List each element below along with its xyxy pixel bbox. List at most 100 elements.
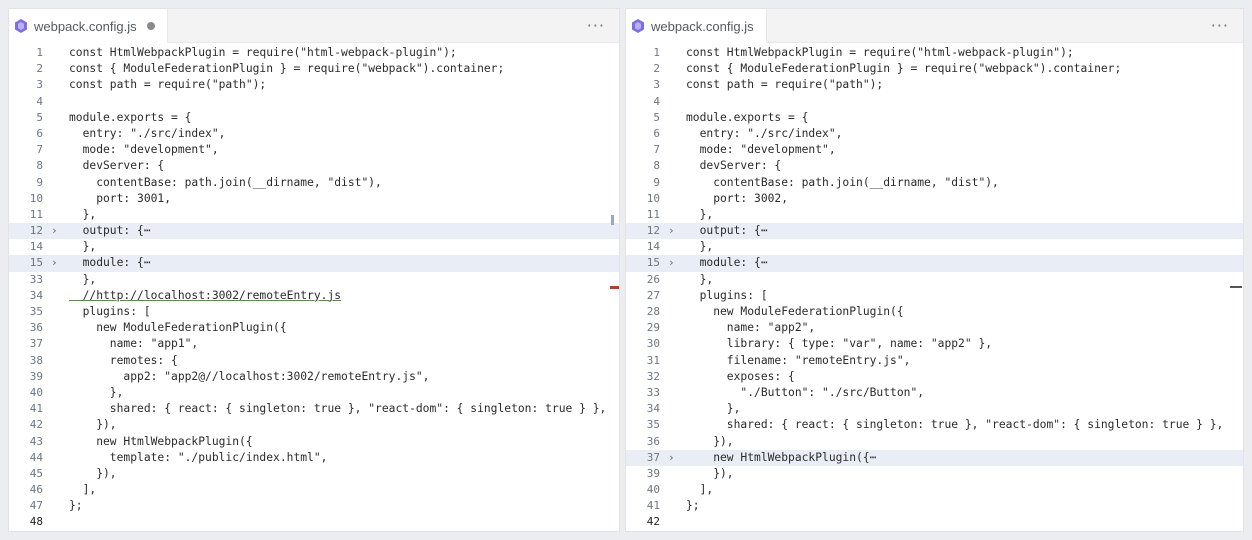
code-line[interactable]: 1 const HtmlWebpackPlugin = require("html… [626, 45, 1243, 61]
line-number: 40 [29, 385, 43, 399]
code-line[interactable]: 2 const { ModuleFederationPlugin } = requ… [9, 61, 619, 77]
code-line[interactable]: 46 ], [9, 482, 619, 498]
code-line[interactable]: 15 › module: {⋯ [9, 255, 619, 272]
code-line[interactable]: 47}; [9, 498, 619, 514]
tab-webpack-config[interactable]: webpack.config.js [9, 9, 168, 43]
code-line[interactable]: 14 }, [9, 239, 619, 255]
code-line[interactable]: 6 entry: "./src/index", [626, 126, 1243, 142]
code-line[interactable]: 8 devServer: { [9, 158, 619, 174]
code-line[interactable]: 14 }, [626, 239, 1243, 255]
code-line[interactable]: 1 const HtmlWebpackPlugin = require("html… [9, 45, 619, 61]
code-line[interactable]: 3 const path = require("path"); [626, 77, 1243, 93]
code-text: }, [686, 240, 714, 254]
code-text: module: {⋯ [69, 256, 151, 270]
code-text: output: {⋯ [69, 224, 151, 238]
code-line[interactable]: 36 new ModuleFederationPlugin({ [9, 320, 619, 336]
line-number: 6 [36, 126, 43, 140]
code-line[interactable]: 8 devServer: { [626, 158, 1243, 174]
code-line[interactable]: 36 }), [626, 434, 1243, 450]
fold-chevron-icon[interactable]: › [668, 223, 678, 239]
code-line[interactable]: 48 [9, 514, 619, 530]
code-line[interactable]: 3 const path = require("path"); [9, 77, 619, 93]
code-line[interactable]: 43 new HtmlWebpackPlugin({ [9, 434, 619, 450]
code-editor[interactable]: 1 const HtmlWebpackPlugin = require("html… [9, 45, 619, 531]
code-line[interactable]: 28 new ModuleFederationPlugin({ [626, 304, 1243, 320]
code-text: devServer: { [69, 159, 165, 173]
fold-chevron-icon[interactable]: › [668, 450, 678, 466]
code-line[interactable]: 27 plugins: [ [626, 288, 1243, 304]
line-number: 43 [29, 434, 43, 448]
line-number: 45 [29, 466, 43, 480]
code-line[interactable]: 29 name: "app2", [626, 320, 1243, 336]
line-number: 14 [646, 240, 660, 254]
code-line[interactable]: 12 › output: {⋯ [626, 223, 1243, 240]
code-line[interactable]: 7 mode: "development", [626, 142, 1243, 158]
line-number: 30 [646, 337, 660, 351]
code-text: }, [686, 272, 714, 286]
code-editor[interactable]: 1 const HtmlWebpackPlugin = require("html… [626, 45, 1243, 531]
more-actions-button[interactable]: ··· [1211, 16, 1229, 35]
code-line[interactable]: 11 }, [626, 207, 1243, 223]
code-line[interactable]: 9 contentBase: path.join(__dirname, "dis… [626, 175, 1243, 191]
tab-webpack-config[interactable]: webpack.config.js [626, 9, 767, 43]
code-line[interactable]: 4 [626, 94, 1243, 110]
code-line[interactable]: 42 [626, 514, 1243, 530]
code-text: }), [69, 418, 117, 432]
code-line[interactable]: 37 › new HtmlWebpackPlugin({⋯ [626, 449, 1243, 466]
code-line[interactable]: 34 //http://localhost:3002/remoteEntry.j… [9, 288, 619, 304]
code-line[interactable]: 10 port: 3002, [626, 191, 1243, 207]
line-number: 33 [29, 272, 43, 286]
code-line[interactable]: 6 entry: "./src/index", [9, 126, 619, 142]
code-line[interactable]: 34 }, [626, 401, 1243, 417]
code-line[interactable]: 41}; [626, 498, 1243, 514]
line-number: 26 [646, 272, 660, 286]
overview-ruler-marker [1230, 286, 1242, 288]
code-text: }, [686, 402, 741, 416]
line-number: 42 [646, 515, 660, 529]
code-line[interactable]: 2 const { ModuleFederationPlugin } = requ… [626, 61, 1243, 77]
code-line[interactable]: 44 template: "./public/index.html", [9, 450, 619, 466]
code-line[interactable]: 45 }), [9, 466, 619, 482]
code-line[interactable]: 26 }, [626, 272, 1243, 288]
code-line[interactable]: 32 exposes: { [626, 369, 1243, 385]
code-line[interactable]: 12 › output: {⋯ [9, 223, 619, 240]
fold-chevron-icon[interactable]: › [51, 255, 61, 271]
line-number: 7 [653, 143, 660, 157]
code-line[interactable]: 11 }, [9, 207, 619, 223]
code-line[interactable]: 39 app2: "app2@//localhost:3002/remoteEn… [9, 369, 619, 385]
code-line[interactable]: 33 }, [9, 272, 619, 288]
code-line[interactable]: 30 library: { type: "var", name: "app2" … [626, 336, 1243, 352]
code-text: exposes: { [686, 369, 795, 383]
code-line[interactable]: 35 plugins: [ [9, 304, 619, 320]
code-text: }, [686, 207, 714, 221]
code-text: new ModuleFederationPlugin({ [69, 321, 287, 335]
code-line[interactable]: 5 module.exports = { [626, 110, 1243, 126]
code-line[interactable]: 37 name: "app1", [9, 336, 619, 352]
code-line[interactable]: 31 filename: "remoteEntry.js", [626, 353, 1243, 369]
code-line[interactable]: 33 "./Button": "./src/Button", [626, 385, 1243, 401]
fold-chevron-icon[interactable]: › [668, 255, 678, 271]
code-line[interactable]: 9 contentBase: path.join(__dirname, "dis… [9, 175, 619, 191]
editor-pane-left: webpack.config.js ··· 1 const HtmlWebpack… [8, 8, 620, 532]
code-line[interactable]: 41 shared: { react: { singleton: true },… [9, 401, 619, 417]
code-line[interactable]: 4 [9, 94, 619, 110]
code-line[interactable]: 39 }), [626, 466, 1243, 482]
code-line[interactable]: 40 ], [626, 482, 1243, 498]
code-line[interactable]: 38 remotes: { [9, 353, 619, 369]
code-line[interactable]: 7 mode: "development", [9, 142, 619, 158]
line-number: 5 [653, 110, 660, 124]
code-line[interactable]: 15 › module: {⋯ [626, 255, 1243, 272]
code-line[interactable]: 40 }, [9, 385, 619, 401]
code-line[interactable]: 5 module.exports = { [9, 110, 619, 126]
code-line[interactable]: 10 port: 3001, [9, 191, 619, 207]
code-line[interactable]: 35 shared: { react: { singleton: true },… [626, 417, 1243, 433]
code-line[interactable]: 42 }), [9, 417, 619, 433]
code-text: }, [69, 240, 97, 254]
code-text: module: {⋯ [686, 256, 768, 270]
more-actions-button[interactable]: ··· [587, 16, 605, 35]
fold-chevron-icon[interactable]: › [51, 223, 61, 239]
line-number: 2 [653, 62, 660, 76]
code-text: name: "app1", [69, 337, 199, 351]
line-number: 36 [646, 434, 660, 448]
line-number: 35 [29, 305, 43, 318]
